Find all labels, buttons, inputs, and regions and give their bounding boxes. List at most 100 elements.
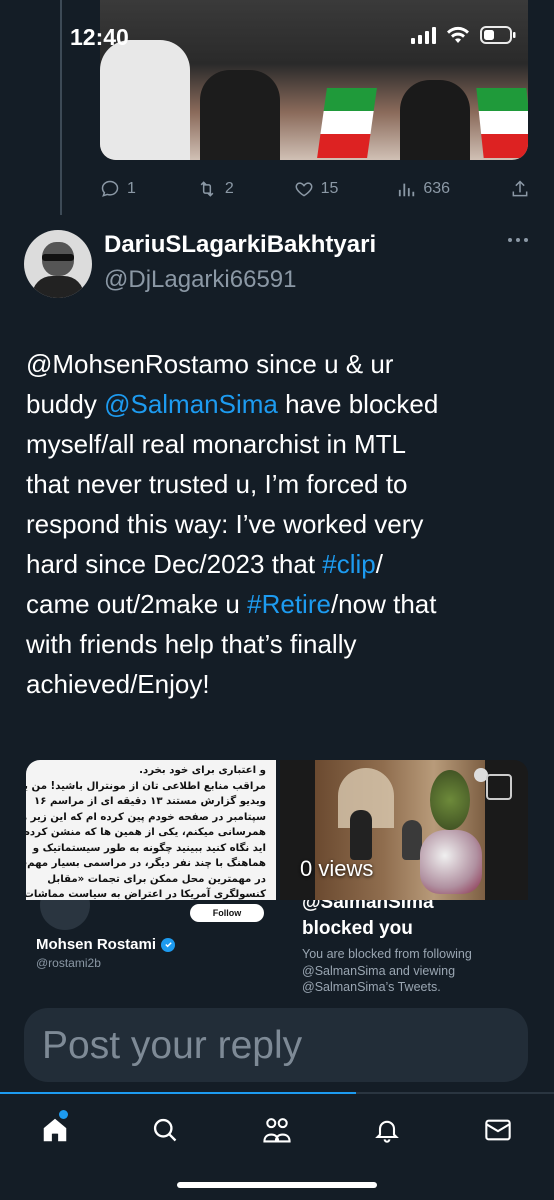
- tweet-text-line: buddy @SalmanSima have blocked: [26, 384, 536, 424]
- blocked-screenshot[interactable]: @SalmanSima blocked you You are blocked …: [280, 900, 528, 996]
- reply-placeholder: Post your reply: [42, 1024, 303, 1067]
- tweet-text-segment: buddy: [26, 389, 105, 419]
- profile-name-row: Mohsen Rostami: [36, 936, 176, 953]
- profile-handle: @rostami2b: [36, 956, 101, 970]
- verified-badge-icon: [161, 937, 176, 952]
- tweet-text-line: with friends help that’s finally: [26, 624, 536, 664]
- tweet-text-line: came out/2make u #Retire/now that: [26, 584, 536, 624]
- tab-communities[interactable]: [249, 1108, 305, 1152]
- channel-logo-icon: [486, 774, 512, 800]
- follow-button: Follow: [190, 904, 264, 922]
- reply-count: 1: [127, 180, 136, 197]
- tweet-text-line: myself/all real monarchist in MTL: [26, 424, 536, 464]
- home-icon: [43, 1118, 67, 1142]
- tweet-text-line: that never trusted u, I’m forced to: [26, 464, 536, 504]
- status-time: 12:40: [70, 24, 129, 50]
- blocked-title-handle: @SalmanSima: [302, 900, 434, 913]
- screenshot-text-line: کنسولگری آمریکا در اعتراض به سیاست مماشا…: [26, 889, 266, 900]
- tweet-text-segment: myself/all real monarchist in MTL: [26, 429, 406, 459]
- embedded-screenshots-row: Follow Mohsen Rostami @rostami2b @Salman…: [26, 900, 528, 996]
- tweet-text-segment: have blocked: [277, 389, 439, 419]
- status-icons: [411, 26, 516, 44]
- tweet-text-segment: that never trusted u, I’m forced to: [26, 469, 408, 499]
- tab-home[interactable]: [27, 1108, 83, 1152]
- more-options-icon[interactable]: [508, 238, 528, 242]
- hashtag-link[interactable]: #clip: [322, 549, 375, 579]
- screenshot-text-line: و اعتباری برای خود بخرد.: [139, 765, 266, 776]
- screenshot-text-line: در مهمترین محل ممکن برای تجمات «مقابل: [47, 873, 266, 885]
- previous-tweet-actions: 1 2 15 636: [100, 176, 530, 202]
- status-bar: 12:40: [0, 0, 554, 72]
- tweet-text-segment: hard since Dec/2023 that: [26, 549, 323, 579]
- iran-flag-graphic: [317, 88, 377, 158]
- screenshot-text-line: مراقب منابع اطلاعی تان از مونترال باشید!…: [26, 780, 266, 792]
- video-scene-vase: [420, 830, 482, 894]
- reply-icon: [101, 180, 119, 197]
- profile-name: Mohsen Rostami: [36, 936, 157, 953]
- author-display-name[interactable]: DariuSLagarkiBakhtyari: [104, 231, 376, 259]
- share-icon: [512, 180, 528, 197]
- battery-icon: [480, 26, 516, 44]
- tweet-text-line: hard since Dec/2023 that #clip/: [26, 544, 536, 584]
- heart-icon: [295, 182, 313, 197]
- screenshot-text-line: ویدیو گزارش مستند ۱۳ دقیقه ای از مراسم ۱…: [34, 796, 266, 807]
- cellular-signal-icon: [411, 26, 436, 44]
- tweet-body: @MohsenRostamo since u & ur buddy @Salman…: [26, 344, 536, 704]
- retweet-button[interactable]: 2: [196, 179, 234, 199]
- screenshot-text-line: اید نگاه کنید ببینید چگونه به طور سیستما…: [32, 842, 266, 854]
- avatar-body: [32, 276, 84, 298]
- tab-search[interactable]: [137, 1108, 193, 1152]
- analytics-icon: [399, 183, 415, 197]
- video-scene-person: [350, 810, 372, 860]
- reply-input[interactable]: Post your reply: [24, 1008, 528, 1082]
- communities-icon: [263, 1118, 291, 1143]
- tweet-text-line: achieved/Enjoy!: [26, 664, 536, 704]
- like-button[interactable]: 15: [294, 179, 339, 199]
- tweet-text-segment: /: [375, 549, 384, 579]
- bell-icon: [375, 1120, 399, 1143]
- screenshot-text-line: همرسانی میکنم، یکی از همین ها که منشن کر…: [26, 827, 266, 838]
- tweet-text-segment: came out/2make u: [26, 589, 248, 619]
- blocked-title: blocked you: [302, 918, 413, 939]
- screenshot-text-line: سپتامبر در صفحه خودم پین کرده ام که این …: [26, 811, 266, 823]
- tweet-text-segment: achieved/Enjoy!: [26, 669, 210, 699]
- tweet-media-grid: و اعتباری برای خود بخرد. مراقب منابع اطلا…: [26, 760, 528, 900]
- tab-notifications[interactable]: [359, 1108, 415, 1152]
- image-figure: [400, 80, 470, 160]
- share-button[interactable]: [510, 179, 530, 199]
- image-figure: [200, 70, 280, 160]
- profile-avatar: [40, 900, 90, 930]
- retweet-icon: [200, 181, 214, 197]
- retweet-count: 2: [224, 180, 234, 197]
- tweet-text-line: respond this way: I’ve worked very: [26, 504, 536, 544]
- screenshot-text-line: هماهنگ با چند نفر دیگر، در مراسمی بسیار …: [26, 858, 266, 869]
- envelope-icon: [485, 1119, 511, 1141]
- screenshot-image-persian-text[interactable]: و اعتباری برای خود بخرد. مراقب منابع اطلا…: [26, 760, 276, 900]
- like-count: 15: [320, 180, 339, 197]
- home-notification-dot: [59, 1110, 68, 1119]
- hashtag-link[interactable]: #Retire: [247, 589, 331, 619]
- avatar-glasses: [42, 254, 74, 261]
- blocked-description: You are blocked from following @SalmanSi…: [302, 947, 472, 994]
- views-button[interactable]: 636: [398, 179, 450, 199]
- mention-link[interactable]: @SalmanSima: [104, 389, 278, 419]
- bottom-tab-bar: [0, 1094, 554, 1200]
- author-avatar[interactable]: [24, 230, 92, 298]
- reply-button[interactable]: 1: [100, 179, 136, 199]
- iran-flag-graphic: [476, 88, 528, 158]
- video-scene-plant: [430, 770, 470, 830]
- tab-messages[interactable]: [470, 1108, 526, 1152]
- profile-screenshot[interactable]: Follow Mohsen Rostami @rostami2b: [26, 900, 276, 996]
- search-icon: [153, 1118, 177, 1142]
- tweet-text-segment: @MohsenRostamo since u & ur: [26, 349, 394, 379]
- tweet-text-segment: with friends help that’s finally: [26, 629, 357, 659]
- tweet-text-segment: respond this way: I’ve worked very: [26, 509, 424, 539]
- video-views-label: 0 views: [300, 856, 374, 881]
- author-handle[interactable]: @DjLagarki66591: [104, 266, 296, 294]
- video-scene-person: [402, 820, 422, 860]
- wifi-icon: [446, 26, 470, 44]
- tweet-text-segment: /now that: [330, 589, 437, 619]
- tweet-text-line: @MohsenRostamo since u & ur: [26, 344, 536, 384]
- home-indicator[interactable]: [177, 1182, 377, 1188]
- video-thumbnail[interactable]: 0 views: [280, 760, 528, 900]
